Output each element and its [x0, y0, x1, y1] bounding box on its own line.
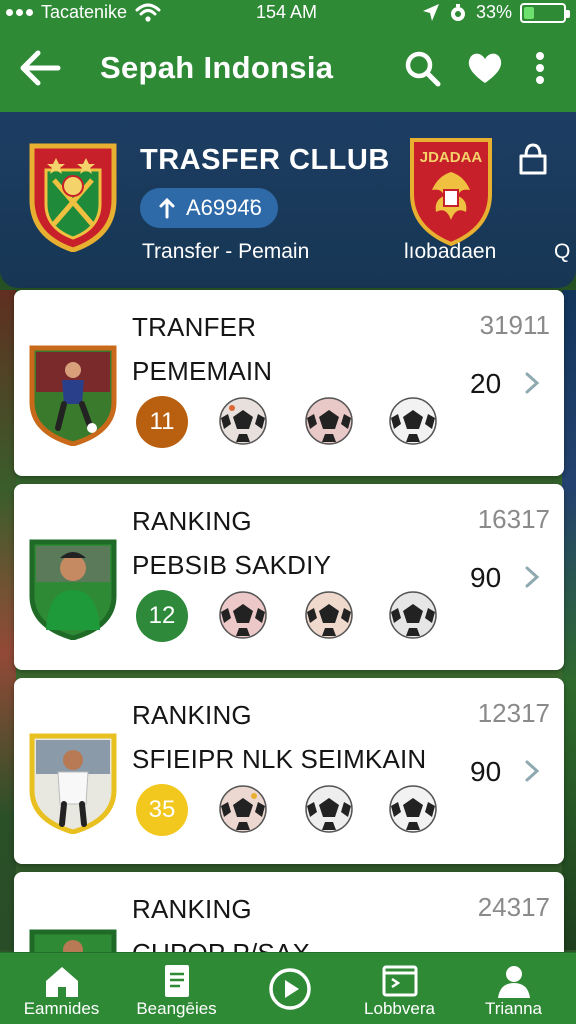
status-left: Tacatenike [6, 2, 161, 23]
ball-icon [305, 397, 353, 445]
more-vertical-icon[interactable] [522, 48, 558, 88]
ball-icon [219, 397, 267, 445]
ranking-card[interactable]: RANKING SFIEIPR NLK SEIMKAIN 12317 90 35 [14, 678, 564, 864]
person-icon [497, 966, 530, 998]
banner-subtitle: Transfer - Pemain [142, 240, 310, 263]
chevron-right-icon[interactable] [522, 758, 542, 784]
nav-item-profile[interactable]: Trianna [456, 953, 571, 1024]
heart-icon[interactable] [465, 48, 505, 88]
nav-label: Trianna [484, 999, 542, 1018]
ball-icon [305, 785, 353, 833]
battery-percent: 33% [475, 2, 512, 22]
clock: 154 AM [256, 2, 318, 22]
up-arrow-icon [159, 197, 175, 219]
status-bar: Tacatenike 154 AM 33% [0, 0, 576, 26]
player-avatar [29, 345, 117, 446]
play-circle-icon [268, 968, 311, 1010]
bottom-navigation: Eamnides Beangēies Lobbvera Trianna [0, 952, 576, 1024]
nav-item-folder[interactable]: Lobbvera [342, 953, 457, 1024]
banner-title: TRASFER CLLUB [140, 144, 390, 176]
chevron-right-icon[interactable] [522, 564, 542, 590]
ball-icon [219, 591, 267, 639]
rank-badge: 11 [136, 396, 188, 448]
search-icon[interactable] [402, 48, 442, 88]
status-right: 33% [422, 2, 570, 23]
ball-icon [389, 397, 437, 445]
card-subtitle: PEBSIB SAKDIY [132, 550, 332, 580]
offscreen-label: Q [554, 240, 571, 263]
transfer-value-pill[interactable]: A6994̈6 [140, 188, 278, 228]
nav-item-play[interactable] [232, 953, 347, 1024]
app-bar: Sepah Indonsia [0, 26, 576, 112]
card-count: 31911 [479, 310, 550, 340]
club-crest-icon[interactable] [26, 140, 120, 252]
player-avatar [29, 733, 117, 834]
nav-item-home[interactable]: Eamnides [4, 953, 119, 1024]
ball-icon [305, 591, 353, 639]
club-header-banner: TRASFER CLLUB A6994̈6 Transfer - Pemain … [0, 112, 576, 288]
nav-label: Beangēies [136, 999, 217, 1018]
nav-label: Lobbvera [364, 999, 435, 1018]
card-title: TRANFER [132, 312, 257, 342]
card-title: RANKING [132, 506, 252, 536]
page-title: Sepah Indonsia [100, 50, 334, 85]
card-score: 20 [470, 368, 502, 399]
wifi-icon [135, 3, 161, 22]
pill-value: A6994̈6 [186, 195, 262, 220]
chevron-right-icon[interactable] [522, 370, 542, 396]
alarm-icon [450, 3, 465, 21]
ball-icon [389, 785, 437, 833]
ball-icon [219, 785, 267, 833]
nav-item-document[interactable]: Beangēies [119, 953, 234, 1024]
card-count: 16317 [477, 504, 550, 534]
card-score: 90 [470, 562, 502, 593]
bag-icon[interactable] [516, 142, 550, 176]
player-avatar [29, 539, 117, 640]
document-icon [164, 965, 189, 997]
carrier-name: Tacatenike [41, 2, 128, 22]
club2-label: lıobadaen [404, 240, 497, 263]
card-title: RANKING [132, 894, 252, 924]
card-title: RANKING [132, 700, 252, 730]
card-subtitle: PEMEMAIN [132, 356, 273, 386]
card-subtitle: SFIEIPR NLK SEIMKAIN [132, 744, 427, 774]
card-count: 24317 [477, 892, 550, 922]
transfer-card[interactable]: TRANFER PEMEMAIN 31911 20 11 [14, 290, 564, 476]
federation-crest-icon[interactable]: JDADAA [408, 136, 494, 246]
card-count: 12317 [477, 698, 550, 728]
folder-icon [382, 965, 417, 997]
back-arrow-icon[interactable] [18, 48, 62, 88]
nav-label: Eamnides [23, 999, 100, 1018]
signal-icon [6, 9, 33, 16]
rank-badge: 35 [136, 784, 188, 836]
rank-badge: 12 [136, 590, 188, 642]
location-icon [422, 3, 439, 21]
background-accent-right [562, 290, 576, 950]
card-score: 90 [470, 756, 502, 787]
ranking-card[interactable]: RANKING PEBSIB SAKDIY 16317 90 12 [14, 484, 564, 670]
battery-icon [520, 2, 570, 23]
home-icon [45, 967, 78, 997]
crest-text: JDADAA [420, 149, 483, 166]
ball-icon [389, 591, 437, 639]
